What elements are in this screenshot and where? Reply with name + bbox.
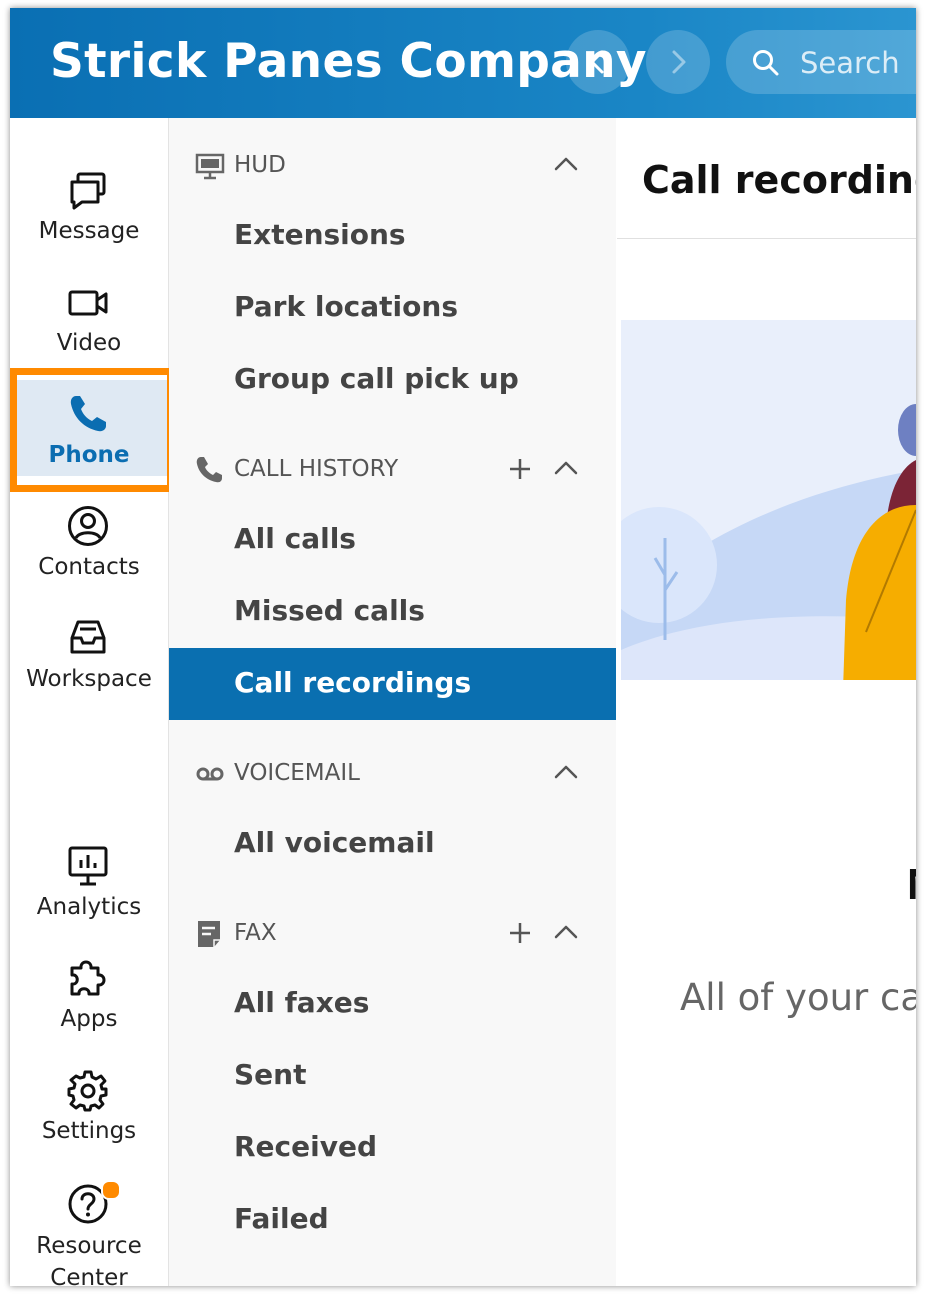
- subnav-item-extensions[interactable]: Extensions: [169, 200, 616, 272]
- subnav-item-missed-calls[interactable]: Missed calls: [169, 576, 616, 648]
- page-title: Call recordings: [642, 158, 916, 202]
- contacts-icon: [68, 506, 108, 546]
- subnav-item-label: All calls: [234, 522, 356, 555]
- nav-analytics[interactable]: Analytics: [10, 832, 168, 928]
- subnav-item-sent[interactable]: Sent: [169, 1040, 616, 1112]
- nav-apps[interactable]: Apps: [10, 944, 168, 1040]
- nav-settings[interactable]: Settings: [10, 1056, 168, 1152]
- subnav-item-all-faxes[interactable]: All faxes: [169, 968, 616, 1040]
- nav-settings-label: Settings: [41, 1118, 137, 1144]
- workspace-icon: [70, 620, 106, 654]
- subnav-item-label: Park locations: [234, 290, 458, 323]
- subnav-item-call-recordings[interactable]: Call recordings: [169, 648, 616, 720]
- chevron-up-icon[interactable]: [553, 920, 579, 946]
- monitor-icon: [195, 153, 225, 180]
- nav-contacts[interactable]: Contacts: [10, 492, 168, 588]
- subnav-item-all-calls[interactable]: All calls: [169, 504, 616, 576]
- section-call-history-header: CALL HISTORY: [169, 444, 616, 494]
- analytics-icon: [68, 846, 108, 886]
- nav-video[interactable]: Video: [10, 268, 168, 364]
- subnav-item-label: Call recordings: [234, 666, 472, 699]
- empty-state-description: All of your cal: [680, 976, 916, 1019]
- chevron-up-icon[interactable]: [553, 456, 579, 482]
- nav-message[interactable]: Message: [10, 156, 168, 252]
- nav-workspace-label: Workspace: [26, 666, 152, 692]
- notification-badge: [101, 1180, 121, 1200]
- chevron-up-icon[interactable]: [553, 760, 579, 786]
- plus-icon[interactable]: [507, 920, 533, 946]
- subnav-item-label: Received: [234, 1130, 378, 1163]
- search-placeholder: Search: [800, 46, 900, 80]
- subnav-item-label: All voicemail: [234, 826, 435, 859]
- chevron-up-icon[interactable]: [553, 152, 579, 178]
- phone-subnav: HUD Extensions Park locations Group call…: [169, 118, 616, 1286]
- section-hud-title: HUD: [234, 152, 286, 178]
- forward-button[interactable]: [646, 30, 710, 94]
- subnav-item-group-call-pick-up[interactable]: Group call pick up: [169, 344, 616, 416]
- subnav-item-label: Failed: [234, 1202, 329, 1235]
- section-voicemail-header: VOICEMAIL: [169, 748, 616, 798]
- app-window: Strick Panes Company Search Message Vide…: [10, 8, 916, 1286]
- empty-state-title: N: [907, 860, 916, 910]
- video-icon: [68, 290, 108, 316]
- chevron-left-icon: [590, 50, 604, 74]
- nav-video-label: Video: [56, 330, 122, 356]
- divider: [617, 238, 916, 239]
- subnav-item-park-locations[interactable]: Park locations: [169, 272, 616, 344]
- search-input[interactable]: Search: [726, 30, 916, 94]
- company-name: Strick Panes Company: [50, 34, 647, 89]
- subnav-item-label: Extensions: [234, 218, 406, 251]
- gear-icon: [67, 1070, 108, 1112]
- nav-resource-center-label: Resource Center: [36, 1233, 142, 1286]
- phone-icon: [196, 457, 222, 483]
- empty-state-illustration: [621, 320, 916, 680]
- nav-analytics-label: Analytics: [36, 894, 142, 920]
- nav-workspace[interactable]: Workspace: [10, 604, 168, 700]
- search-icon: [752, 49, 780, 82]
- phone-highlight-box: [10, 368, 174, 492]
- plus-icon[interactable]: [507, 456, 533, 482]
- nav-resource-center[interactable]: Resource Center: [10, 1168, 168, 1286]
- section-fax-header: FAX: [169, 908, 616, 958]
- chevron-right-icon: [672, 50, 686, 74]
- back-button[interactable]: [566, 30, 630, 94]
- section-call-history-title: CALL HISTORY: [234, 456, 399, 482]
- primary-nav: Message Video Phone Contacts Workspace A…: [10, 118, 169, 1286]
- subnav-item-failed[interactable]: Failed: [169, 1184, 616, 1256]
- nav-apps-label: Apps: [60, 1006, 118, 1032]
- fax-icon: [198, 921, 220, 947]
- top-bar: Strick Panes Company Search: [10, 8, 916, 118]
- subnav-item-all-voicemail[interactable]: All voicemail: [169, 808, 616, 880]
- section-fax-title: FAX: [234, 920, 277, 946]
- subnav-item-label: Missed calls: [234, 594, 425, 627]
- subnav-item-label: Group call pick up: [234, 362, 519, 395]
- section-voicemail-title: VOICEMAIL: [234, 760, 360, 786]
- section-hud-header: HUD: [169, 140, 616, 190]
- message-icon: [70, 172, 106, 210]
- subnav-item-received[interactable]: Received: [169, 1112, 616, 1184]
- puzzle-icon: [70, 960, 106, 996]
- subnav-item-label: Sent: [234, 1058, 307, 1091]
- subnav-item-label: All faxes: [234, 986, 370, 1019]
- nav-contacts-label: Contacts: [38, 554, 140, 580]
- voicemail-icon: [196, 767, 224, 781]
- nav-message-label: Message: [38, 218, 140, 244]
- main-content: Call recordings N All of your cal: [617, 118, 916, 1286]
